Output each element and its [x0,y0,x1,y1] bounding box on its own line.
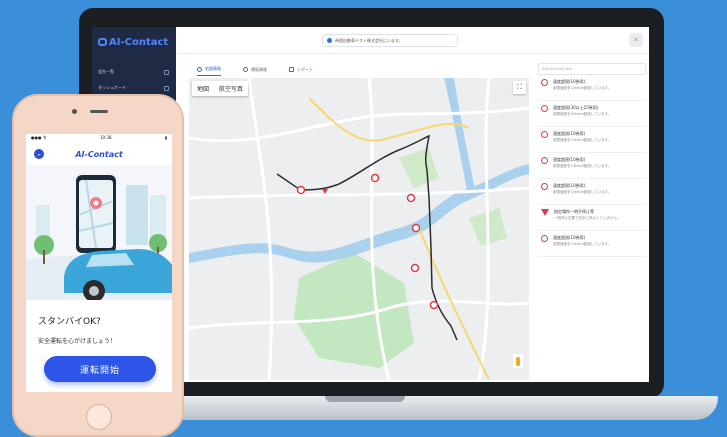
tab-label: レポート [297,66,313,72]
search-icon [243,67,248,72]
notice-text: 帝国自動車テスト株式会社にいます。 [335,37,403,43]
phone-screen: ●●● 令 10:38 ▮ ≡ AI-Contact スタンバイOK? 安全運転… [26,134,172,392]
laptop-notch [325,396,405,402]
list-icon [164,69,169,75]
warning-icon [541,105,548,112]
event-desc: 制限速度を32km/h超過しています。 [553,112,612,116]
status-time: 10:38 [100,135,112,140]
standby-card: スタンバイOK? 安全運転を心がけましょう！ 運転開始 [26,300,172,392]
app-title: AI-Contact [75,150,123,159]
sidebar-item-label: 会社一覧 [98,69,114,74]
signal-indicator: ●●● 令 [31,135,47,140]
event-item[interactable]: 指定場所一時不停止等 一時停止位置で完全に停止していません。 [538,205,646,231]
document-icon [289,67,294,72]
event-desc: 制限速度を13km/h超過しています。 [553,164,612,168]
top-bar: 帝国自動車テスト株式会社にいます。 ✕ [176,27,649,54]
sidebar-item-dashboard[interactable]: ダッシュボード [98,81,172,95]
home-button[interactable] [86,404,112,430]
event-item[interactable]: 速度超過(10券用) 制限速度を13km/h超過しています。 [538,153,646,179]
event-item[interactable]: 速度超過(10券用) 制限速度を12km/h超過しています。 [538,75,646,101]
event-desc: 制限速度を13km/h超過しています。 [553,242,612,246]
map-type-satellite[interactable]: 航空写真 [214,81,248,96]
route-map[interactable]: 地図 航空写真 ⛶ [189,78,529,380]
river [444,78,475,190]
event-panel: Real-time/All text ⌕ 速度超過(10券用) 制限速度を12k… [538,63,646,381]
sidebar-item-label: ダッシュボード [98,85,126,90]
dashboard-icon [164,85,169,91]
warning-icon [541,79,548,86]
park-area [294,253,414,368]
map-pin-icon [197,66,202,72]
event-item[interactable]: 速度超過(10券用) 制限速度を13km/h超過しています。 [538,179,646,205]
event-desc: 一時停止位置で完全に停止していません。 [554,216,621,220]
river [189,164,529,263]
smartphone: ●●● 令 10:38 ▮ ≡ AI-Contact スタンバイOK? 安全運転… [12,94,184,437]
map-type-switch: 地図 航空写真 [192,81,249,96]
close-icon[interactable]: ✕ [629,33,643,47]
safe-driving-message: 安全運転を心がけましょう！ [38,338,117,345]
company-notice: 帝国自動車テスト株式会社にいます。 [322,34,458,47]
brand-logo[interactable]: AI-Contact [98,37,168,48]
search-placeholder: Real-time/All text [542,67,573,71]
warning-icon [541,235,548,242]
hero-illustration [26,165,172,302]
tab-report[interactable]: レポート [289,63,313,76]
standby-heading: スタンバイOK? [38,317,101,327]
battery-icon: ▮ [164,135,167,140]
event-desc: 制限速度を13km/h超過しています。 [553,190,612,194]
car-icon [98,38,107,46]
tab-driving[interactable]: 運転情報 [243,63,267,76]
speaker-grille [90,110,108,113]
event-desc: 制限速度を13km/h超過しています。 [553,138,612,142]
map-type-roadmap[interactable]: 地図 [192,81,214,96]
map-canvas [189,78,529,380]
event-search[interactable]: Real-time/All text ⌕ [538,63,646,75]
start-driving-button[interactable]: 運転開始 [44,356,156,382]
tab-map[interactable]: 地図情報 [197,63,221,76]
info-icon [327,38,332,43]
app-header: ≡ AI-Contact [26,143,172,165]
warning-icon [541,157,548,164]
tab-label: 運転情報 [251,66,267,72]
event-item[interactable]: 速度超過(10券用) 制限速度を13km/h超過しています。 [538,231,646,257]
status-bar: ●●● 令 10:38 ▮ [26,134,172,143]
event-item[interactable]: 速度超過(10券用) 制限速度を13km/h超過しています。 [538,127,646,153]
park-area [399,148,439,188]
warning-icon [541,131,548,138]
event-item[interactable]: 速度超過(30以上25券用) 制限速度を32km/h超過しています。 [538,101,646,127]
street-view-icon[interactable] [513,354,523,368]
event-desc: 制限速度を12km/h超過しています。 [553,86,612,90]
fullscreen-icon[interactable]: ⛶ [513,81,526,94]
tab-label: 地図情報 [205,66,221,71]
camera-icon [72,109,77,114]
tab-bar: 地図情報 運転情報 レポート [189,63,529,76]
warning-icon [541,183,548,190]
search-icon: ⌕ [640,67,642,71]
stop-sign-icon [541,209,549,216]
brand-name: AI-Contact [109,37,169,48]
sidebar-item-companies[interactable]: 会社一覧 [98,65,172,79]
car-phone-illustration [26,175,172,302]
